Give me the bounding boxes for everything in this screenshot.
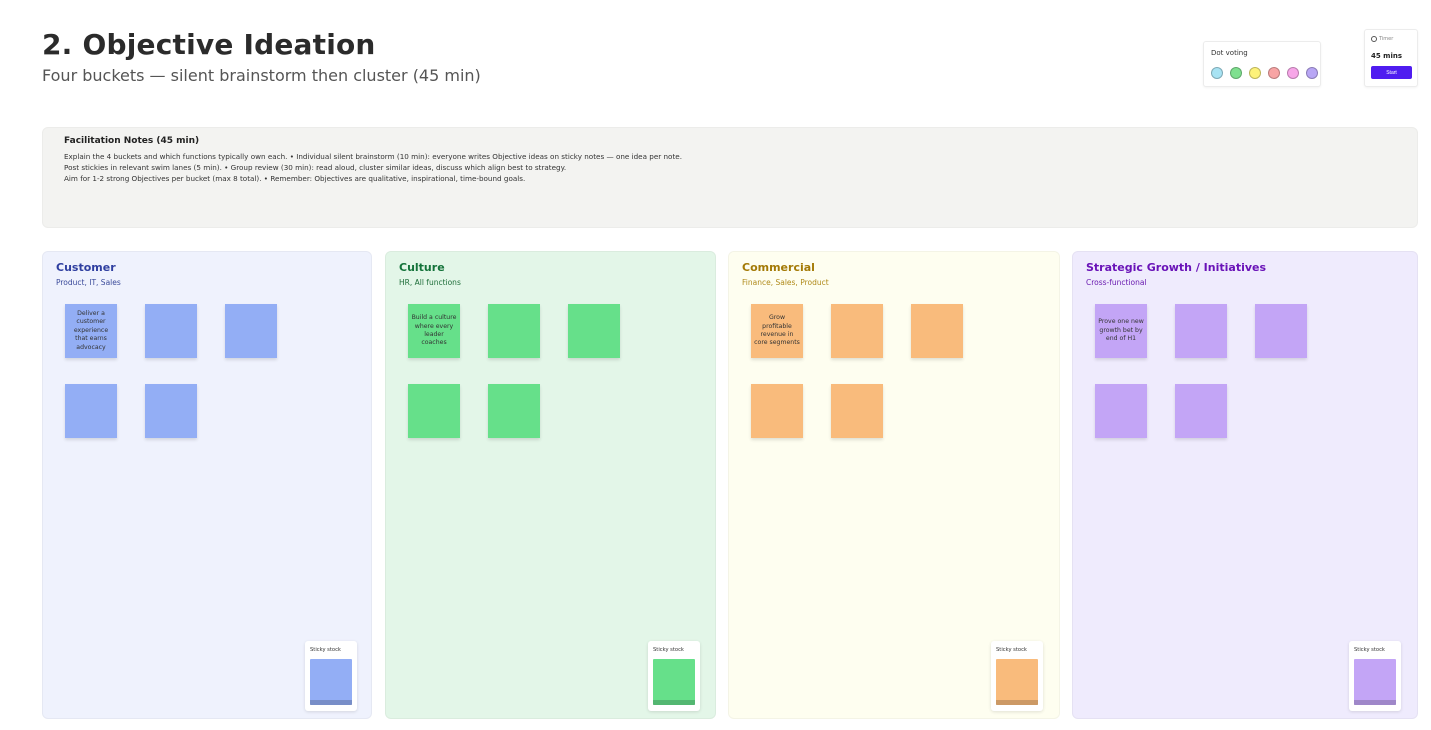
clock-icon: [1371, 36, 1377, 42]
sticky-note[interactable]: [225, 304, 277, 358]
sticky-stock-label: Sticky stock: [996, 647, 1027, 653]
timer-start-button[interactable]: Start: [1371, 66, 1412, 79]
facilitation-notes-title: Facilitation Notes (45 min): [64, 136, 200, 146]
timer-header-label: Timer: [1379, 36, 1394, 42]
bucket-1: Customer Product, IT, Sales Deliver a cust…: [42, 251, 372, 719]
sticky-note[interactable]: Deliver a customer experience that earns…: [65, 304, 117, 358]
sticky-stock[interactable]: Sticky stock: [991, 641, 1043, 711]
sticky-note[interactable]: [751, 384, 803, 438]
sticky-stock-label: Sticky stock: [1354, 647, 1385, 653]
facilitation-notes: Facilitation Notes (45 min) Explain the …: [42, 127, 1418, 228]
sticky-note[interactable]: [911, 304, 963, 358]
facilitation-note-line: Explain the 4 buckets and which function…: [64, 152, 682, 161]
sticky-note[interactable]: [65, 384, 117, 438]
vote-dot[interactable]: [1249, 67, 1261, 79]
facilitation-note-line: Post stickies in relevant swim lanes (5 …: [64, 163, 567, 172]
sticky-note[interactable]: [1175, 304, 1227, 358]
sticky-note[interactable]: [488, 384, 540, 438]
sticky-pad[interactable]: [996, 659, 1038, 705]
sticky-note[interactable]: Grow profitable revenue in core segments: [751, 304, 803, 358]
sticky-pad[interactable]: [653, 659, 695, 705]
timer-widget: Timer 45 mins Start: [1364, 29, 1418, 87]
sticky-note[interactable]: [488, 304, 540, 358]
dot-voting-widget[interactable]: Dot voting: [1203, 41, 1321, 87]
bucket-title: Commercial: [742, 261, 815, 274]
bucket-subtitle: Finance, Sales, Product: [742, 278, 829, 287]
bucket-4: Strategic Growth / Initiatives Cross-func…: [1072, 251, 1418, 719]
sticky-note[interactable]: [1255, 304, 1307, 358]
vote-dot[interactable]: [1211, 67, 1223, 79]
page-title: 2. Objective Ideation: [42, 28, 376, 61]
vote-dot[interactable]: [1287, 67, 1299, 79]
sticky-note[interactable]: [831, 384, 883, 438]
sticky-note[interactable]: Build a culture where every leader coach…: [408, 304, 460, 358]
sticky-stock-label: Sticky stock: [653, 647, 684, 653]
dot-voting-label: Dot voting: [1211, 49, 1248, 57]
sticky-note[interactable]: [831, 304, 883, 358]
sticky-stock[interactable]: Sticky stock: [648, 641, 700, 711]
bucket-title: Strategic Growth / Initiatives: [1086, 261, 1267, 274]
sticky-pad[interactable]: [1354, 659, 1396, 705]
dot-voting-dots: [1211, 67, 1318, 79]
bucket-3: Commercial Finance, Sales, Product Grow pr…: [728, 251, 1060, 719]
vote-dot[interactable]: [1306, 67, 1318, 79]
sticky-note[interactable]: [145, 304, 197, 358]
sticky-note[interactable]: [145, 384, 197, 438]
facilitation-note-line: Aim for 1-2 strong Objectives per bucket…: [64, 174, 526, 183]
bucket-2: Culture HR, All functions Build a culture …: [385, 251, 716, 719]
bucket-subtitle: HR, All functions: [399, 278, 461, 287]
sticky-note[interactable]: [1095, 384, 1147, 438]
sticky-note[interactable]: [1175, 384, 1227, 438]
bucket-subtitle: Cross-functional: [1086, 278, 1147, 287]
sticky-stock[interactable]: Sticky stock: [305, 641, 357, 711]
bucket-title: Culture: [399, 261, 445, 274]
sticky-stock-label: Sticky stock: [310, 647, 341, 653]
timer-header: Timer: [1371, 36, 1393, 42]
sticky-note[interactable]: Prove one new growth bet by end of H1: [1095, 304, 1147, 358]
sticky-note[interactable]: [568, 304, 620, 358]
vote-dot[interactable]: [1268, 67, 1280, 79]
vote-dot[interactable]: [1230, 67, 1242, 79]
page-subtitle: Four buckets — silent brainstorm then cl…: [42, 66, 481, 85]
timer-value: 45 mins: [1371, 52, 1403, 60]
sticky-pad[interactable]: [310, 659, 352, 705]
bucket-title: Customer: [56, 261, 116, 274]
sticky-stock[interactable]: Sticky stock: [1349, 641, 1401, 711]
bucket-subtitle: Product, IT, Sales: [56, 278, 121, 287]
sticky-note[interactable]: [408, 384, 460, 438]
